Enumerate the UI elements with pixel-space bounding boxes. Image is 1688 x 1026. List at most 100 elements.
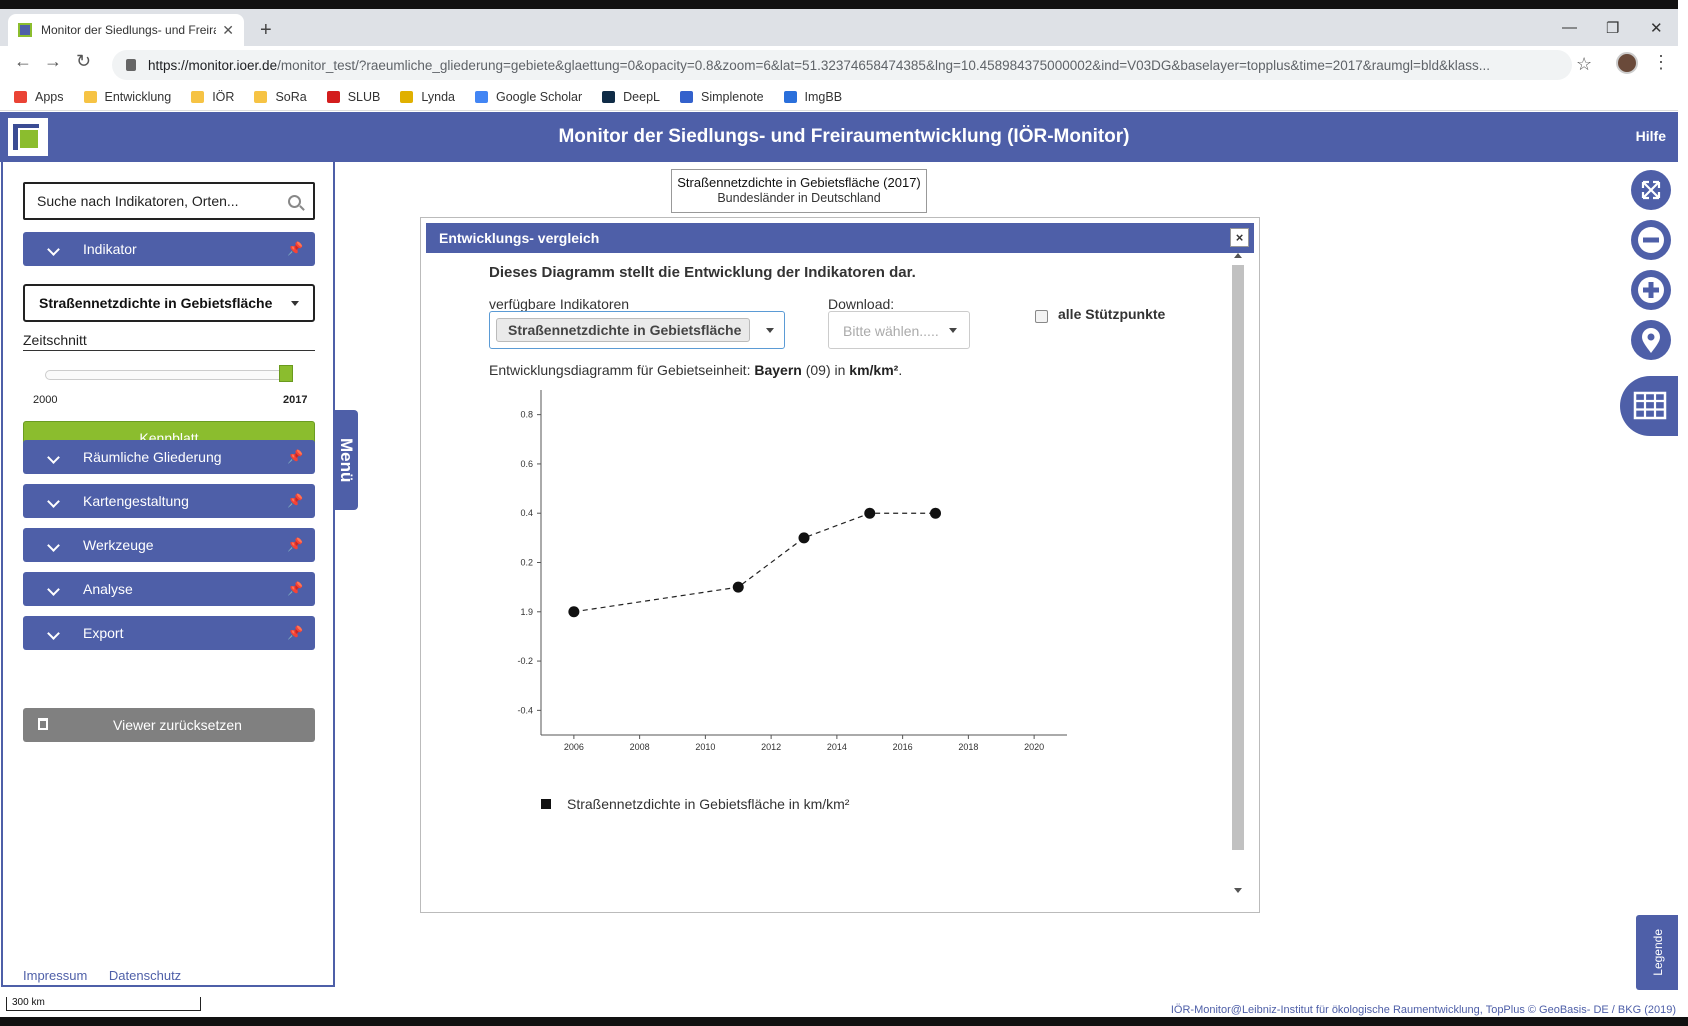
scroll-down-icon[interactable] [1234,888,1242,893]
bookmark-item[interactable]: SoRa [254,90,307,104]
section-button[interactable]: Werkzeuge 📌 [23,528,315,562]
zeitschnitt-label: Zeitschnitt [23,332,315,351]
map-title-line2: Bundesländer in Deutschland [717,191,881,205]
selected-indicator-chip-text: Straßennetzdichte in Gebietsfläche [508,322,742,338]
bookmark-item[interactable]: DeepL [602,90,660,104]
impressum-link[interactable]: Impressum [23,968,87,983]
legend-toggle-tab[interactable]: Legende [1636,915,1680,990]
zoom-in-button[interactable] [1631,270,1671,310]
dialog-close-button[interactable]: × [1230,228,1249,247]
time-slider-handle[interactable] [279,365,293,382]
map-title-line1: Straßennetzdichte in Gebietsfläche (2017… [677,175,921,190]
indicator-select[interactable]: Straßennetzdichte in Gebietsfläche [23,284,315,322]
chevron-down-icon [23,450,83,465]
bookmark-item[interactable]: Simplenote [679,90,764,104]
apps-grid-icon [14,91,27,103]
close-window-icon[interactable]: ✕ [1650,19,1663,37]
all-points-checkbox[interactable] [1035,310,1048,323]
section-button[interactable]: Analyse 📌 [23,572,315,606]
search-icon [288,194,301,208]
dialog-header[interactable]: Entwicklungs- vergleich × [426,223,1254,253]
bookmark-item[interactable]: Apps [14,90,64,104]
sidebar: Suche nach Indikatoren, Orten... Indikat… [1,162,335,987]
bookmark-item[interactable]: ImgBB [783,90,842,104]
bookmark-label: DeepL [623,90,660,104]
caption-end: . [898,362,903,378]
search-input[interactable]: Suche nach Indikatoren, Orten... [23,182,315,220]
datenschutz-link[interactable]: Datenschutz [109,968,181,983]
bookmark-item[interactable]: IÖR [191,90,234,104]
bookmark-star-icon[interactable]: ☆ [1576,54,1592,75]
forward-icon[interactable]: → [44,51,62,72]
bookmark-icon [602,91,616,103]
search-placeholder: Suche nach Indikatoren, Orten... [37,193,239,209]
bookmark-item[interactable]: Google Scholar [474,90,582,104]
time-slider-track[interactable] [45,370,293,380]
bookmark-icon [254,91,268,103]
data-point [930,507,941,519]
bookmark-icon [474,91,488,103]
legend-marker [541,799,551,809]
bookmark-item[interactable]: Lynda [400,90,455,104]
chevron-down-icon [23,494,83,509]
chevron-down-icon [23,582,83,597]
slider-min-label: 2000 [33,394,58,406]
fullscreen-button[interactable] [1631,170,1671,210]
y-tick-label: 0.6 [520,459,533,469]
footer-links: Impressum Datenschutz [23,968,199,983]
selected-indicator-chip[interactable]: Straßennetzdichte in Gebietsfläche [496,318,750,342]
y-tick-label: 0.2 [520,558,533,568]
new-tab-icon[interactable]: + [260,19,272,42]
pin-icon[interactable]: 📌 [287,625,315,641]
section-button[interactable]: Räumliche Gliederung 📌 [23,440,315,474]
map-attribution[interactable]: IÖR-Monitor@Leibniz-Institut für ökologi… [1171,1004,1676,1016]
locate-button[interactable] [1631,320,1671,360]
pin-icon[interactable]: 📌 [287,537,315,553]
dialog-scrollbar-thumb[interactable] [1232,265,1244,850]
reset-viewer-button[interactable]: Viewer zurücksetzen [23,708,315,742]
caption-prefix: Entwicklungsdiagramm für Gebietseinheit: [489,362,751,378]
download-placeholder: Bitte wählen..... [843,323,939,339]
minimize-icon[interactable]: — [1562,19,1577,36]
reload-icon[interactable]: ↻ [76,51,91,72]
help-link[interactable]: Hilfe [1636,128,1666,144]
scroll-up-icon[interactable] [1234,253,1242,258]
pin-icon[interactable]: 📌 [287,581,315,597]
zoom-out-button[interactable] [1631,220,1671,260]
os-taskbar [0,1017,1688,1026]
indikator-button[interactable]: Indikator 📌 [23,232,315,266]
browser-menu-icon[interactable]: ⋮ [1652,52,1670,73]
profile-avatar[interactable] [1616,52,1638,74]
dialog-intro: Dieses Diagramm stellt die Entwicklung d… [489,264,916,281]
chart-legend: Straßennetzdichte in Gebietsfläche in km… [541,796,849,812]
page-scrollbar[interactable] [1678,0,1688,1026]
browser-tab[interactable]: Monitor der Siedlungs- und Freira ✕ [8,14,244,46]
bookmark-label: Entwicklung [104,90,172,104]
lock-icon [126,59,136,71]
pin-icon[interactable]: 📌 [287,493,315,509]
address-bar[interactable]: https://monitor.ioer.de/monitor_test/?ra… [112,50,1572,80]
pin-icon[interactable]: 📌 [287,449,315,465]
reset-label: Viewer zurücksetzen [113,717,242,733]
bookmark-item[interactable]: SLUB [326,90,380,104]
caption-unit: km/km² [849,362,899,378]
table-icon [1633,391,1667,420]
bookmark-label: Lynda [421,90,455,104]
app-header: Monitor der Siedlungs- und Freiraumentwi… [0,112,1688,162]
x-tick-label: 2014 [827,742,847,752]
dialog-title: Entwicklungs- vergleich [439,230,600,246]
section-button[interactable]: Export 📌 [23,616,315,650]
available-indicators-label: verfügbare Indikatoren [489,296,630,312]
bookmark-item[interactable]: Entwicklung [83,90,172,104]
bookmark-icon [783,91,797,103]
pin-icon[interactable]: 📌 [287,241,315,257]
available-indicators-select[interactable]: Straßennetzdichte in Gebietsfläche [489,311,785,349]
download-select[interactable]: Bitte wählen..... [828,311,970,349]
back-icon[interactable]: ← [14,51,32,72]
url-host: https://monitor.ioer.de [148,57,278,73]
menu-toggle-tab[interactable]: Menü [334,410,358,510]
tab-close-icon[interactable]: ✕ [222,22,234,39]
restore-icon[interactable]: ❐ [1606,19,1619,37]
section-button[interactable]: Kartengestaltung 📌 [23,484,315,518]
trash-icon [23,717,63,733]
